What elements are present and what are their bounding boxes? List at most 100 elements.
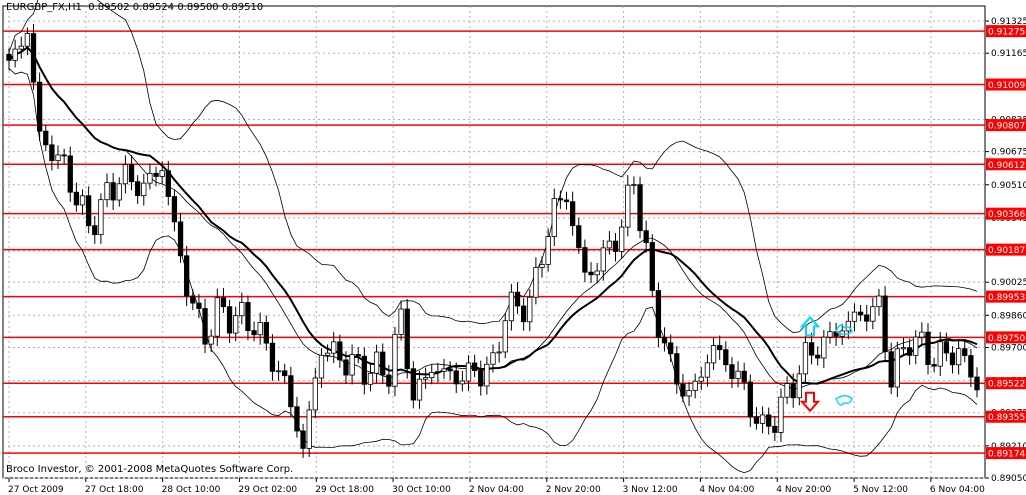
- chart-window: EURGBP_FX,H1 0.89502 0.89524 0.89500 0.8…: [0, 0, 1026, 495]
- candle: [153, 166, 159, 187]
- candle-body: [465, 362, 472, 382]
- candle-body: [214, 297, 220, 337]
- candle: [306, 401, 312, 458]
- candle: [588, 262, 594, 284]
- candle-body: [796, 373, 802, 399]
- candle-body: [674, 353, 680, 385]
- candle: [465, 355, 472, 392]
- candle-body: [202, 308, 208, 345]
- candle: [165, 160, 171, 206]
- candle-body: [447, 368, 453, 372]
- candle-body: [471, 362, 478, 372]
- level-lines: 0.91275 0.91009 0.90807 0.90612 0.90366 0.901…: [3, 25, 1026, 460]
- candle-body: [913, 336, 919, 356]
- candle-body: [300, 430, 306, 449]
- candle: [582, 239, 588, 283]
- candle-body: [851, 311, 858, 322]
- candle: [478, 360, 484, 396]
- candle: [30, 24, 37, 91]
- candle-body: [116, 183, 122, 201]
- candle-body: [919, 331, 925, 338]
- candle: [484, 356, 490, 395]
- candle: [263, 315, 269, 351]
- candle-body: [67, 155, 73, 193]
- price-tick-label: 0.90675: [991, 148, 1026, 158]
- candle: [931, 357, 937, 373]
- time-tick-label: 28 Oct 10:00: [162, 485, 221, 495]
- candle-body: [122, 164, 129, 185]
- candle: [723, 341, 729, 372]
- candle: [61, 148, 67, 165]
- candle-body: [18, 45, 24, 50]
- candle: [962, 339, 968, 363]
- candle: [12, 39, 18, 68]
- level-label: 0.89174: [988, 450, 1025, 460]
- candle: [208, 329, 214, 353]
- candle-body: [269, 342, 276, 372]
- candle-body: [478, 370, 484, 387]
- candle-body: [184, 255, 190, 297]
- candle-body: [324, 352, 331, 356]
- bollinger-lower: [8, 68, 978, 474]
- time-tick-label: 5 Nov 12:00: [853, 485, 908, 495]
- candle-body: [882, 295, 888, 353]
- candle-body: [680, 383, 686, 397]
- candle-body: [441, 368, 447, 372]
- candle-body: [226, 306, 233, 334]
- candle: [373, 344, 380, 383]
- candle-body: [92, 225, 98, 236]
- candle-body: [153, 172, 159, 177]
- level-label: 0.91009: [988, 81, 1025, 91]
- candle-body: [318, 354, 325, 379]
- candle-body: [361, 355, 367, 385]
- candle: [692, 373, 698, 399]
- candle-body: [288, 375, 294, 408]
- candle-body: [86, 195, 92, 227]
- candle: [422, 367, 429, 389]
- candle-body: [692, 380, 698, 391]
- candle-body: [404, 308, 410, 370]
- candle: [680, 373, 686, 403]
- candle: [851, 303, 858, 332]
- candle-body: [208, 335, 214, 345]
- candle: [906, 338, 913, 365]
- candle-body: [625, 184, 631, 228]
- level-label: 0.90366: [988, 210, 1025, 220]
- candle-body: [165, 170, 171, 197]
- candle: [86, 186, 92, 234]
- candle: [190, 289, 196, 311]
- candle-body: [239, 302, 245, 317]
- time-tick-label: 3 Nov 12:00: [623, 485, 678, 495]
- candle-body: [6, 53, 12, 61]
- candle-body: [888, 351, 894, 388]
- candle-body: [79, 195, 86, 206]
- candle-body: [128, 164, 135, 183]
- candle-body: [337, 341, 343, 361]
- candle-body: [196, 302, 202, 309]
- candle: [367, 363, 374, 392]
- candle-body: [704, 362, 711, 378]
- price-chart[interactable]: 0.913250.911650.908350.906750.905100.903…: [0, 0, 1026, 495]
- candle: [220, 287, 227, 313]
- candle-body: [655, 290, 662, 338]
- candle-body: [171, 196, 178, 223]
- price-tick-label: 0.90510: [991, 181, 1026, 191]
- candle-body: [968, 355, 974, 378]
- candle-body: [876, 295, 882, 308]
- candle: [233, 306, 239, 342]
- candle-body: [429, 371, 435, 379]
- chart-copyright: Broco Investor, © 2001-2008 MetaQuotes S…: [6, 464, 294, 475]
- candle: [245, 295, 251, 341]
- candle-body: [459, 380, 466, 385]
- candle: [147, 163, 153, 190]
- level-label: 0.89750: [988, 334, 1025, 344]
- candle: [864, 305, 870, 332]
- candle-body: [251, 330, 257, 336]
- candle-body: [582, 247, 588, 273]
- candle: [698, 367, 704, 391]
- price-grid: 0.913250.911650.908350.906750.905100.903…: [3, 6, 1026, 495]
- sell-arrow: [799, 391, 853, 413]
- candle-body: [24, 33, 31, 47]
- level-label: 0.90612: [988, 161, 1025, 171]
- candle-body: [729, 364, 735, 379]
